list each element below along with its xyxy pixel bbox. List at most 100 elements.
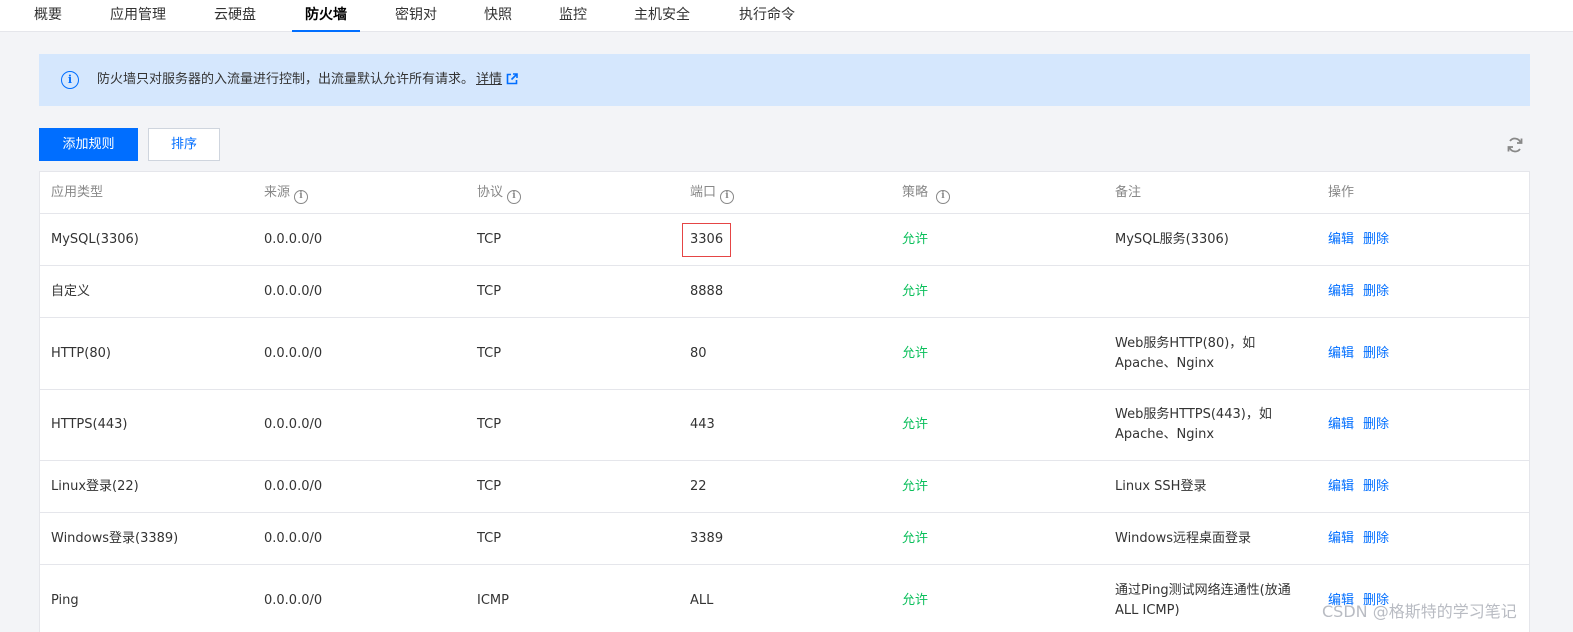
cell-app-type: HTTP(80): [51, 345, 111, 361]
cell-remark: 通过Ping测试网络连通性(放通 ALL ICMP): [1115, 583, 1291, 618]
cell-protocol: TCP: [477, 478, 502, 494]
cell-protocol: TCP: [477, 283, 502, 299]
cell-app-type: Linux登录(22): [51, 478, 139, 494]
table-row: Windows登录(3389) 0.0.0.0/0 TCP 3389 允许 Wi…: [40, 513, 1529, 565]
cell-protocol: TCP: [477, 417, 502, 432]
cell-remark: Windows远程桌面登录: [1115, 530, 1252, 546]
watermark: CSDN @格斯特的学习笔记: [1322, 602, 1517, 621]
help-icon[interactable]: i: [507, 190, 522, 204]
header-app-type-label: 应用类型: [51, 185, 104, 200]
cell-protocol: TCP: [477, 231, 502, 247]
tab-overview[interactable]: 概要: [30, 0, 66, 32]
cell-source: 0.0.0.0/0: [264, 530, 323, 546]
details-link[interactable]: 详情: [476, 72, 502, 87]
cell-port: 3389: [690, 530, 724, 546]
highlighted-port: 3306: [682, 222, 732, 257]
banner-message-wrap: 防火墙只对服务器的入流量进行控制，出流量默认允许所有请求。 详情: [97, 71, 518, 89]
delete-button[interactable]: 删除: [1363, 344, 1389, 364]
cell-actions: 编辑 删除: [1328, 461, 1398, 512]
delete-button[interactable]: 删除: [1363, 529, 1389, 549]
table-row: Linux登录(22) 0.0.0.0/0 TCP 22 允许 Linux SS…: [40, 461, 1529, 513]
cell-port: 443: [690, 417, 715, 432]
header-policy: 策略 i: [902, 172, 951, 214]
cell-port: 80: [690, 345, 707, 361]
edit-button[interactable]: 编辑: [1328, 282, 1354, 302]
tab-host-security[interactable]: 主机安全: [630, 0, 694, 32]
cell-actions: 编辑 删除: [1328, 513, 1398, 564]
table-row: 自定义 0.0.0.0/0 TCP 8888 允许 编辑 删除: [40, 266, 1529, 318]
delete-button[interactable]: 删除: [1363, 415, 1389, 435]
header-action: 操作: [1328, 172, 1354, 214]
cell-source: 0.0.0.0/0: [264, 231, 323, 247]
tab-app-management[interactable]: 应用管理: [106, 0, 170, 32]
edit-button[interactable]: 编辑: [1328, 529, 1354, 549]
refresh-icon[interactable]: [1506, 136, 1524, 154]
cell-source: 0.0.0.0/0: [264, 417, 323, 432]
cell-remark: Web服务HTTP(80)，如 Apache、Nginx: [1115, 335, 1256, 371]
cell-port: 8888: [690, 283, 724, 299]
cell-port: 3306: [682, 214, 732, 265]
header-port: 端口 i: [690, 172, 735, 214]
external-link-icon[interactable]: [506, 73, 518, 85]
edit-button[interactable]: 编辑: [1328, 344, 1354, 364]
table-row: HTTPS(443) 0.0.0.0/0 TCP 443 允许 Web服务HTT…: [40, 390, 1529, 461]
sort-button[interactable]: 排序: [148, 128, 220, 161]
add-rule-button[interactable]: 添加规则: [39, 128, 138, 161]
edit-button[interactable]: 编辑: [1328, 230, 1354, 250]
cell-policy: 允许: [902, 345, 929, 361]
header-remark-label: 备注: [1115, 185, 1142, 200]
header-source: 来源 i: [264, 172, 309, 214]
delete-button[interactable]: 删除: [1363, 230, 1389, 250]
help-icon[interactable]: i: [936, 190, 951, 204]
tab-firewall[interactable]: 防火墙: [292, 0, 360, 32]
delete-button[interactable]: 删除: [1363, 477, 1389, 497]
cell-policy: 允许: [902, 417, 929, 432]
help-icon[interactable]: i: [720, 190, 735, 204]
cell-actions: 编辑 删除: [1328, 390, 1398, 460]
header-policy-label: 策略: [902, 185, 929, 200]
cell-actions: 编辑 删除: [1328, 266, 1398, 317]
tab-execute-command[interactable]: 执行命令: [735, 0, 799, 32]
cell-protocol: TCP: [477, 530, 502, 546]
help-icon[interactable]: i: [294, 190, 309, 204]
cell-port: 22: [690, 478, 707, 494]
banner-message: 防火墙只对服务器的入流量进行控制，出流量默认允许所有请求。: [97, 72, 475, 87]
tab-cloud-disk[interactable]: 云硬盘: [210, 0, 260, 32]
cell-source: 0.0.0.0/0: [264, 283, 323, 299]
cell-remark: Linux SSH登录: [1115, 478, 1207, 494]
cell-remark: MySQL服务(3306): [1115, 231, 1229, 247]
header-app-type: 应用类型: [51, 172, 103, 214]
edit-button[interactable]: 编辑: [1328, 415, 1354, 435]
cell-protocol: ICMP: [477, 593, 509, 608]
cell-app-type: Windows登录(3389): [51, 530, 179, 546]
cell-source: 0.0.0.0/0: [264, 345, 323, 361]
header-port-label: 端口: [690, 185, 717, 200]
info-banner: i 防火墙只对服务器的入流量进行控制，出流量默认允许所有请求。 详情: [39, 54, 1530, 106]
header-source-label: 来源: [264, 185, 291, 200]
cell-port: ALL: [690, 593, 714, 608]
cell-protocol: TCP: [477, 345, 502, 361]
cell-policy: 允许: [902, 283, 929, 299]
header-action-label: 操作: [1328, 185, 1355, 200]
tab-snapshot[interactable]: 快照: [480, 0, 516, 32]
cell-actions: 编辑 删除: [1328, 214, 1398, 265]
cell-remark: Web服务HTTPS(443)，如 Apache、Nginx: [1115, 407, 1272, 442]
tab-key-pair[interactable]: 密钥对: [391, 0, 441, 32]
cell-app-type: HTTPS(443): [51, 417, 128, 432]
header-remark: 备注: [1115, 172, 1141, 214]
table-row: Ping 0.0.0.0/0 ICMP ALL 允许 通过Ping测试网络连通性…: [40, 565, 1529, 632]
edit-button[interactable]: 编辑: [1328, 477, 1354, 497]
info-icon: i: [61, 71, 79, 89]
cell-source: 0.0.0.0/0: [264, 593, 323, 608]
cell-app-type: Ping: [51, 593, 79, 608]
cell-app-type: 自定义: [51, 283, 91, 299]
firewall-rules-table: 应用类型 来源 i 协议 i 端口 i 策略 i 备注 操作 MySQL(3306) 0…: [39, 171, 1530, 632]
tab-monitor[interactable]: 监控: [555, 0, 591, 32]
cell-source: 0.0.0.0/0: [264, 478, 323, 494]
top-tab-bar: 概要 应用管理 云硬盘 防火墙 密钥对 快照 监控 主机安全 执行命令: [0, 0, 1573, 32]
cell-policy: 允许: [902, 478, 929, 494]
header-protocol: 协议 i: [477, 172, 522, 214]
cell-app-type: MySQL(3306): [51, 231, 139, 247]
cell-actions: 编辑 删除: [1328, 318, 1398, 389]
delete-button[interactable]: 删除: [1363, 282, 1389, 302]
